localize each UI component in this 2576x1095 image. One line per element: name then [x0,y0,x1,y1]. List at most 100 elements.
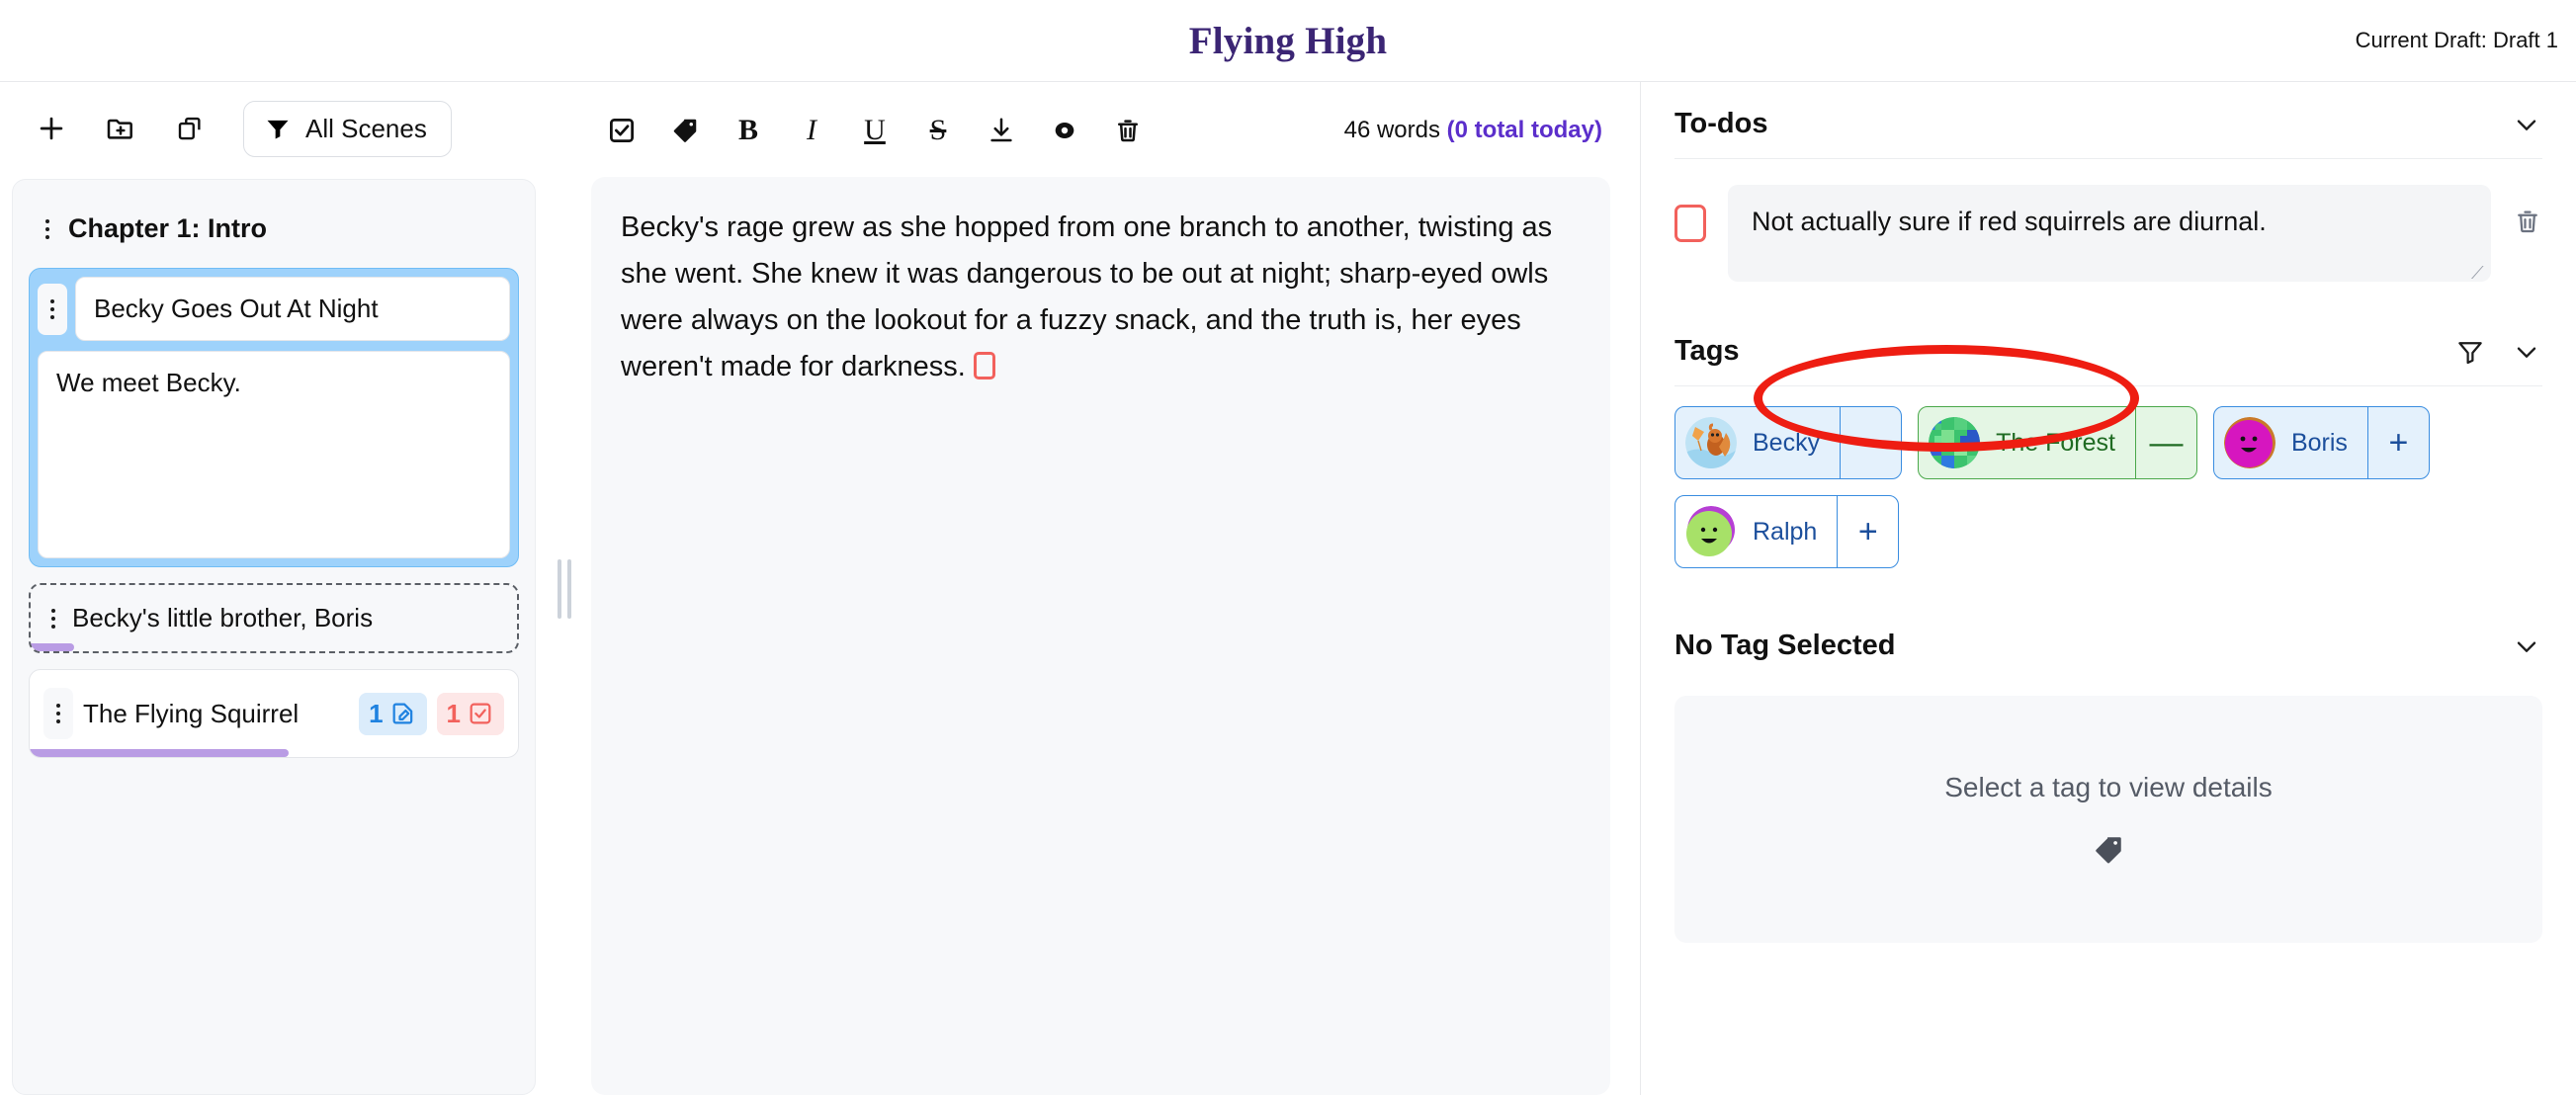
tags-collapse-button[interactable] [2511,336,2542,368]
editor-panel: B I U S 46 words (0 total today) Becky's… [575,82,1641,1095]
scene-row[interactable]: The Flying Squirrel 1 1 [30,670,518,757]
tag-add-button[interactable]: + [1837,496,1898,567]
page-title: Flying High [1188,19,1388,62]
bold-button[interactable]: B [726,108,771,153]
todo-item: Not actually sure if red squirrels are d… [1674,159,2542,288]
tag-main[interactable]: Boris [2214,407,2367,478]
inline-todo-marker[interactable] [973,351,995,379]
scene-card[interactable]: The Flying Squirrel 1 1 [29,669,519,758]
app-header: Flying High Current Draft: Draft 1 [0,0,2576,82]
chapter-title: Chapter 1: Intro [68,213,268,243]
todo-text: Not actually sure if red squirrels are d… [1752,207,2267,236]
scene-title: The Flying Squirrel [83,698,300,728]
todos-title: To-dos [1674,108,1768,139]
tag-detail-collapse-button[interactable] [2511,631,2542,662]
tags-section-header: Tags [1674,288,2542,376]
scene-drag-handle-icon[interactable] [44,608,62,629]
funnel-icon [267,120,289,139]
todo-text-field[interactable]: Not actually sure if red squirrels are d… [1728,185,2491,282]
tag-chip-the-forest[interactable]: The Forest — [1918,406,2197,479]
scene-summary[interactable]: We meet Becky. [38,351,510,558]
magenta-face-avatar [2223,417,2275,468]
add-folder-button[interactable] [99,107,142,150]
app-body: All Scenes Chapter 1: Intro Becky Goes O… [0,82,2576,1095]
delete-todo-button[interactable] [2513,207,2542,241]
tags-header-actions [2455,336,2542,368]
copy-icon [178,117,201,140]
checkbox-icon [470,703,491,724]
scene-note-badge[interactable]: 1 [359,692,427,735]
tag-row: Becky − The Forest — Boris + [1674,406,2542,479]
italic-button[interactable]: I [789,108,834,153]
tag-detail-empty-state: Select a tag to view details [1674,696,2542,943]
insert-tag-button[interactable] [662,108,708,153]
insert-todo-button[interactable] [599,108,644,153]
funnel-icon [2458,341,2482,364]
chapter-header[interactable]: Chapter 1: Intro [29,198,519,268]
sidebar-toolbar: All Scenes [0,82,554,171]
download-button[interactable] [979,108,1024,153]
chapter-panel: Chapter 1: Intro Becky Goes Out At Night… [12,179,536,1095]
underline-button[interactable]: U [852,108,898,153]
scene-row[interactable]: Becky's little brother, Boris [31,585,517,651]
italic-icon: I [807,114,816,146]
todos-section-header: To-dos [1674,82,2542,148]
plus-icon [40,117,63,140]
textarea-resize-icon[interactable]: ⟋ [2471,264,2485,282]
scene-drag-handle-icon[interactable] [43,688,73,739]
tag-main[interactable]: Ralph [1675,496,1837,567]
trash-icon [2518,211,2537,233]
scene-filter-button[interactable]: All Scenes [243,100,452,157]
folder-plus-icon [107,119,132,139]
download-icon [990,118,1012,142]
tags-filter-button[interactable] [2455,337,2485,367]
right-panel: To-dos Not actually sure if red squirrel… [1641,82,2576,1095]
tag-add-button[interactable]: + [2366,407,2429,478]
tag-detail-empty-message: Select a tag to view details [1944,772,2273,802]
drag-handle-icon[interactable] [39,218,56,239]
chevron-down-icon [2517,119,2536,130]
tag-row: Ralph + [1674,495,2542,568]
tag-label: Becky [1753,428,1821,457]
tag-label: Ralph [1753,517,1818,546]
word-count-total: 46 words [1343,117,1447,143]
tag-main[interactable]: The Forest [1919,407,2135,478]
tag-chip-becky[interactable]: Becky − [1674,406,1903,479]
current-draft-label: Current Draft: Draft 1 [2355,28,2558,52]
tag-main[interactable]: Becky [1675,407,1840,478]
add-scene-button[interactable] [30,107,73,150]
scene-card-dashed[interactable]: Becky's little brother, Boris [29,583,519,653]
sidebar-resize-handle[interactable] [554,82,575,1095]
editor-document[interactable]: Becky's rage grew as she hopped from one… [591,177,1610,1095]
tag-label: Boris [2290,428,2348,457]
tag-chip-ralph[interactable]: Ralph + [1674,495,1900,568]
word-count: 46 words (0 total today) [1344,117,1610,144]
tag-chip-boris[interactable]: Boris + [2212,406,2430,479]
grip-lines-icon [558,558,571,619]
todos-header-actions [2511,109,2542,140]
scene-note-count: 1 [369,698,384,728]
tag-detail-actions [2511,631,2542,662]
tag-remove-button[interactable]: − [1840,407,1901,478]
todo-checkbox[interactable] [1674,205,1706,242]
scene-title: Becky's little brother, Boris [72,603,374,632]
eye-icon [1055,123,1074,138]
scene-todo-badge[interactable]: 1 [436,692,504,735]
strikethrough-button[interactable]: S [915,108,961,153]
scene-filter-label: All Scenes [305,113,427,143]
scene-card-selected[interactable]: Becky Goes Out At Night We meet Becky. [29,268,519,567]
bold-icon: B [737,114,758,146]
scene-drag-handle-icon[interactable] [38,283,67,335]
todos-collapse-button[interactable] [2511,109,2542,140]
duplicate-button[interactable] [168,107,212,150]
scene-progress-bar [30,749,289,757]
delete-button[interactable] [1105,108,1151,153]
scene-row[interactable]: Becky Goes Out At Night [38,277,510,341]
word-count-today: (0 total today) [1446,117,1602,143]
underline-icon: U [864,114,886,146]
scene-title[interactable]: Becky Goes Out At Night [75,277,510,341]
trash-icon [1118,120,1138,142]
tag-detail-header: No Tag Selected [1674,568,2542,670]
tag-remove-button[interactable]: — [2134,407,2196,478]
preview-button[interactable] [1042,108,1087,153]
